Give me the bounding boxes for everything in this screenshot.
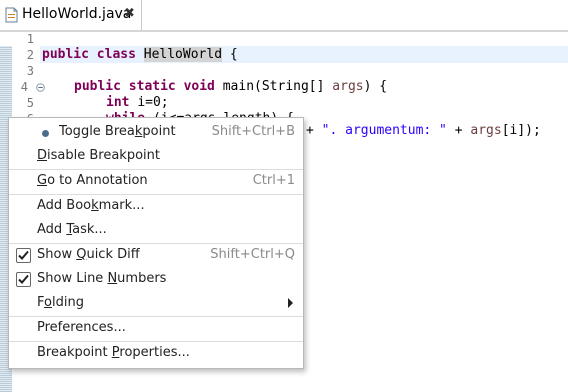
string-literal: ". argumentum: " (321, 123, 447, 138)
code-text: main(String[] (222, 79, 333, 94)
occurrence-highlight: HelloWorld (143, 47, 223, 62)
keyword: int (106, 95, 138, 110)
code-text: { (222, 47, 238, 62)
code-text: i=0; (137, 95, 169, 110)
breakpoint-icon (42, 130, 49, 137)
fold-collapse-icon[interactable] (36, 83, 45, 92)
editor-tab-bar: HelloWorld.java ✖ (0, 0, 568, 32)
menu-item-label: Toggle Breakpoint (59, 124, 176, 139)
menu-item-label: Show Quick Diff (37, 247, 140, 262)
code-line: public static void main(String[] args) { (74, 79, 387, 94)
menu-item-add-bookmark[interactable]: Add Bookmark... (9, 195, 303, 217)
menu-item-label: Breakpoint Properties... (37, 345, 190, 360)
menu-item-toggle-breakpoint[interactable]: Toggle Breakpoint Shift+Ctrl+B (9, 121, 303, 143)
tab-title: HelloWorld.java (22, 6, 132, 22)
close-icon[interactable]: ✖ (124, 6, 135, 21)
code-line: + ". argumentum: " + args[i]); (306, 123, 541, 138)
menu-item-label: Go to Annotation (37, 173, 148, 188)
keyword: public static void (74, 79, 223, 94)
menu-item-go-to-annotation[interactable]: Go to Annotation Ctrl+1 (9, 170, 303, 192)
menu-item-disable-breakpoint[interactable]: Disable Breakpoint (9, 145, 303, 167)
menu-item-show-line-numbers[interactable]: Show Line Numbers (9, 268, 303, 290)
line-number: 4 (20, 80, 28, 94)
keyword: public class (42, 47, 144, 62)
code-text: [i]); (501, 123, 541, 138)
code-text: + (306, 123, 322, 138)
code-text: ) { (363, 79, 388, 94)
code-line: public class HelloWorld { (42, 47, 238, 62)
menu-item-label: Add Bookmark... (37, 198, 145, 213)
menu-item-shortcut: Shift+Ctrl+Q (210, 247, 295, 262)
line-number: 1 (26, 32, 34, 46)
menu-item-show-quick-diff[interactable]: Show Quick Diff Shift+Ctrl+Q (9, 244, 303, 266)
menu-item-breakpoint-properties[interactable]: Breakpoint Properties... (9, 342, 303, 364)
checkbox-checked-icon (16, 248, 31, 263)
variable: args (332, 79, 364, 94)
java-file-icon (5, 7, 18, 23)
menu-item-label: Add Task... (37, 222, 107, 237)
menu-item-label: Preferences... (37, 320, 126, 335)
line-number: 2 (26, 48, 34, 62)
code-line: int i=0; (106, 95, 169, 110)
menu-item-label: Show Line Numbers (37, 271, 167, 286)
line-number: 5 (26, 96, 34, 110)
variable: args (470, 123, 502, 138)
menu-item-preferences[interactable]: Preferences... (9, 317, 303, 339)
submenu-arrow-icon (288, 298, 293, 308)
checkbox-checked-icon (16, 272, 31, 287)
menu-item-label: Folding (37, 295, 84, 310)
code-text: + (446, 123, 471, 138)
menu-item-add-task[interactable]: Add Task... (9, 219, 303, 241)
menu-item-shortcut: Ctrl+1 (252, 173, 295, 188)
editor-tab[interactable]: HelloWorld.java ✖ (0, 0, 142, 30)
menu-item-label: Disable Breakpoint (37, 148, 160, 163)
ruler-context-menu: Toggle Breakpoint Shift+Ctrl+B Disable B… (8, 117, 304, 369)
menu-item-folding[interactable]: Folding (9, 292, 303, 314)
menu-item-shortcut: Shift+Ctrl+B (211, 124, 295, 139)
line-number: 3 (26, 64, 34, 78)
